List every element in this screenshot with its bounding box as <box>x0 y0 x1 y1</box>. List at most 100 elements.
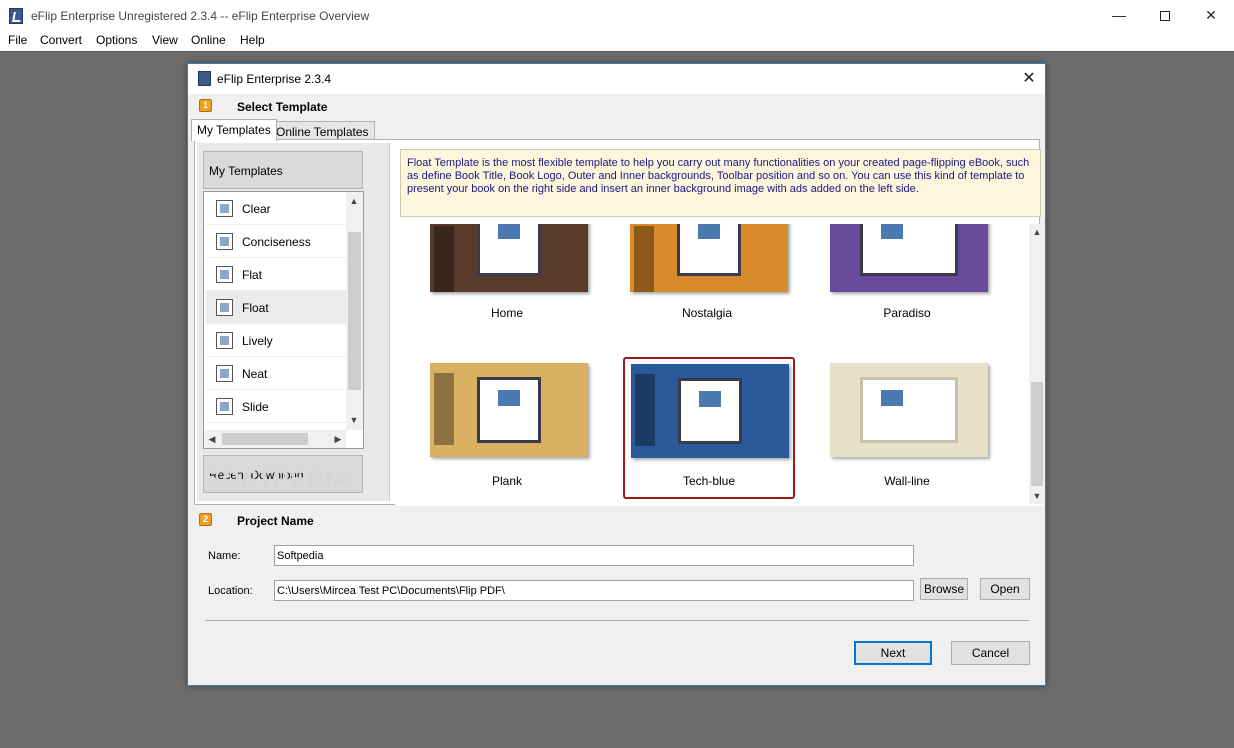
tab-my-templates[interactable]: My Templates <box>191 119 277 141</box>
template-icon <box>216 365 233 382</box>
list-horizontal-scrollbar[interactable]: ◀ ▶ <box>204 430 346 448</box>
maximize-icon <box>1160 11 1170 22</box>
list-item-label: Clear <box>242 202 271 216</box>
dialog-title: eFlip Enterprise 2.3.4 <box>217 72 332 86</box>
thumbnail-book <box>860 377 958 443</box>
list-item-clear[interactable]: Clear <box>206 192 346 225</box>
template-gallery: Home Nostalgia Paradiso Plank Tech-blue … <box>395 224 1044 506</box>
template-list: Clear Conciseness Flat Float Lively Neat… <box>203 191 364 449</box>
template-thumb-home[interactable]: Home <box>421 224 593 326</box>
thumbnail-label: Nostalgia <box>681 306 733 320</box>
scroll-down-icon[interactable]: ▼ <box>1031 490 1043 502</box>
thumbnail-image <box>430 363 588 457</box>
location-input[interactable] <box>274 580 914 601</box>
window-title: eFlip Enterprise Unregistered 2.3.4 -- e… <box>31 9 370 23</box>
thumbnail-image <box>630 224 788 292</box>
browse-button[interactable]: Browse <box>920 578 968 600</box>
template-thumb-wall-line[interactable]: Wall-line <box>821 358 993 500</box>
template-icon <box>216 299 233 316</box>
thumbnail-book <box>477 224 541 276</box>
maximize-button[interactable] <box>1142 0 1188 30</box>
thumbnail-label: Wall-line <box>884 474 930 488</box>
cancel-button[interactable]: Cancel <box>951 641 1030 665</box>
softpedia-watermark: SOFTPEDIA <box>205 466 352 493</box>
scrollbar-thumb[interactable] <box>1031 382 1043 486</box>
select-template-heading: Select Template <box>237 100 328 114</box>
list-vertical-scrollbar[interactable]: ▲ ▼ <box>346 192 363 430</box>
scroll-right-icon[interactable]: ▶ <box>332 433 344 445</box>
list-item-label: Slide <box>242 400 269 414</box>
template-thumb-plank[interactable]: Plank <box>421 358 593 500</box>
menu-help[interactable]: Help <box>240 33 265 47</box>
template-icon <box>216 266 233 283</box>
next-button[interactable]: Next <box>854 641 932 665</box>
template-description: Float Template is the most flexible temp… <box>400 149 1041 217</box>
thumbnail-image <box>830 224 988 292</box>
list-item-label: Lively <box>242 334 273 348</box>
template-thumb-tech-blue[interactable]: Tech-blue <box>623 357 795 499</box>
list-item-flat[interactable]: Flat <box>206 258 346 291</box>
window-titlebar: eFlip Enterprise Unregistered 2.3.4 -- e… <box>0 0 1234 30</box>
list-item-label: Flat <box>242 268 263 282</box>
template-thumb-paradiso[interactable]: Paradiso <box>821 224 993 326</box>
thumbnail-sidebar <box>434 373 454 445</box>
template-dialog: eFlip Enterprise 2.3.4 ✕ 1 Select Templa… <box>187 63 1046 686</box>
list-item-lively[interactable]: Lively <box>206 324 346 357</box>
scroll-down-icon[interactable]: ▼ <box>348 414 360 426</box>
step1-badge: 1 <box>199 99 212 112</box>
thumbnail-sidebar <box>434 226 454 292</box>
thumbnail-label: Paradiso <box>883 306 931 320</box>
open-button[interactable]: Open <box>980 578 1030 600</box>
name-label: Name: <box>208 550 241 562</box>
dialog-close-button[interactable]: ✕ <box>1016 67 1042 91</box>
list-item-label: Conciseness <box>242 235 311 249</box>
template-icon <box>216 233 233 250</box>
dialog-titlebar: eFlip Enterprise 2.3.4 ✕ <box>188 64 1045 94</box>
menu-convert[interactable]: Convert <box>40 33 82 47</box>
thumbnail-sidebar <box>634 226 654 292</box>
scrollbar-thumb[interactable] <box>348 232 361 390</box>
scroll-left-icon[interactable]: ◀ <box>206 433 218 445</box>
scroll-up-icon[interactable]: ▲ <box>348 195 360 207</box>
scroll-up-icon[interactable]: ▲ <box>1031 226 1043 238</box>
template-icon <box>216 332 233 349</box>
thumbnail-label: Tech-blue <box>682 474 736 488</box>
list-item-label: Float <box>242 301 269 315</box>
dialog-separator <box>205 620 1029 621</box>
close-button[interactable]: ✕ <box>1188 0 1234 30</box>
project-name-input[interactable] <box>274 545 914 566</box>
project-name-heading: Project Name <box>237 514 314 528</box>
thumbnail-book <box>860 224 958 276</box>
thumbnail-label: Plank <box>491 474 523 488</box>
gallery-vertical-scrollbar[interactable]: ▲ ▼ <box>1029 224 1044 504</box>
menu-file[interactable]: File <box>8 33 27 47</box>
app-icon <box>9 8 23 24</box>
template-thumb-nostalgia[interactable]: Nostalgia <box>621 224 793 326</box>
list-item-float[interactable]: Float <box>206 291 346 324</box>
list-item-slide[interactable]: Slide <box>206 390 346 423</box>
thumbnail-image <box>830 363 988 457</box>
thumbnail-image <box>430 224 588 292</box>
menu-options[interactable]: Options <box>96 33 137 47</box>
my-templates-group-header[interactable]: My Templates <box>203 151 363 189</box>
thumbnail-sidebar <box>635 374 655 446</box>
thumbnail-image <box>631 364 789 458</box>
list-item-label: Neat <box>242 367 268 381</box>
thumbnail-book <box>677 224 741 276</box>
template-icon <box>216 200 233 217</box>
template-category-pane: My Templates Clear Conciseness Flat Floa… <box>197 143 390 501</box>
tab-online-templates[interactable]: Online Templates <box>270 121 375 141</box>
thumbnail-book <box>477 377 541 443</box>
minimize-button[interactable]: — <box>1096 0 1142 30</box>
thumbnail-label: Home <box>490 306 523 320</box>
h-scrollbar-thumb[interactable] <box>222 433 308 445</box>
menu-view[interactable]: View <box>152 33 178 47</box>
menu-bar: File Convert Options View Online Help <box>0 30 1234 51</box>
dialog-app-icon <box>198 71 211 86</box>
list-item-neat[interactable]: Neat <box>206 357 346 390</box>
thumbnail-book <box>678 378 742 444</box>
template-panel: My Templates Clear Conciseness Flat Floa… <box>194 139 1044 506</box>
list-item-conciseness[interactable]: Conciseness <box>206 225 346 258</box>
step2-badge: 2 <box>199 513 212 526</box>
menu-online[interactable]: Online <box>191 33 226 47</box>
